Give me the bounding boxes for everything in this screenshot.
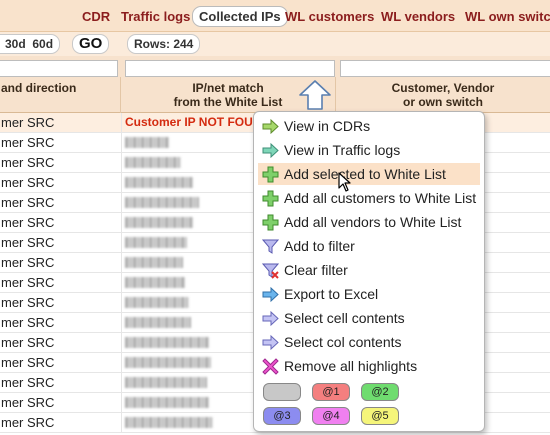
- menu-item-label: Add all vendors to White List: [284, 214, 462, 230]
- arrow-right-blue-icon: [262, 286, 279, 303]
- blurred-ip: [125, 377, 207, 388]
- arrow-right-lavender-icon: [262, 334, 279, 351]
- column-header-ip-match-line2: from the White List: [173, 95, 283, 109]
- tab-traffic-logs[interactable]: Traffic logs: [121, 7, 190, 26]
- menu-item-label: Add selected to White List: [284, 166, 446, 182]
- menu-item-label: Add to filter: [284, 238, 355, 254]
- blurred-ip: [125, 417, 213, 428]
- period-selector: 30d 60d: [0, 34, 61, 54]
- menu-item-label: Export to Excel: [284, 286, 379, 302]
- cell-direction: mer SRC: [1, 395, 55, 410]
- context-menu: View in CDRs View in Traffic logs Add se…: [253, 111, 485, 432]
- highlight-chip-4[interactable]: @4: [312, 407, 350, 425]
- plus-green-icon: [262, 166, 279, 183]
- sort-up-arrow-icon[interactable]: [298, 79, 332, 111]
- tab-wl-vendors[interactable]: WL vendors: [381, 7, 455, 26]
- rows-count: Rows: 244: [127, 34, 201, 54]
- blurred-ip: [125, 157, 181, 168]
- column-header-owner-line1: Customer, Vendor: [391, 81, 495, 95]
- x-magenta-icon: [262, 358, 279, 375]
- filter-input-direction[interactable]: [0, 60, 118, 77]
- column-header-owner[interactable]: Customer, Vendor or own switch: [336, 77, 550, 113]
- table-header: and direction IP/net match from the Whit…: [0, 77, 550, 113]
- menu-item-label: Select cell contents: [284, 310, 405, 326]
- cell-direction: mer SRC: [1, 275, 55, 290]
- tab-collected-ips[interactable]: Collected IPs: [192, 6, 288, 27]
- cell-direction: mer SRC: [1, 355, 55, 370]
- menu-item-label: View in Traffic logs: [284, 142, 401, 158]
- menu-item-view-in-cdrs[interactable]: View in CDRs: [258, 115, 480, 137]
- tab-wl-own-switch[interactable]: WL own switch: [465, 7, 550, 26]
- filter-icon: [262, 239, 279, 254]
- cell-direction: mer SRC: [1, 315, 55, 330]
- blurred-ip: [125, 237, 187, 248]
- menu-item-add-selected-to-white-list[interactable]: Add selected to White List: [258, 163, 480, 185]
- highlight-chip-3[interactable]: @3: [263, 407, 301, 425]
- cell-direction: mer SRC: [1, 255, 55, 270]
- go-button[interactable]: GO: [72, 34, 110, 54]
- tab-cdr[interactable]: CDR: [82, 7, 110, 26]
- period-30d-button[interactable]: 30d: [5, 37, 26, 51]
- menu-item-export-to-excel[interactable]: Export to Excel: [258, 283, 480, 305]
- menu-item-add-all-customers-to-white-list[interactable]: Add all customers to White List: [258, 187, 480, 209]
- column-header-direction-label: and direction: [1, 81, 77, 95]
- arrow-right-green-icon: [262, 118, 279, 135]
- blurred-ip: [125, 177, 193, 188]
- cell-direction: mer SRC: [1, 415, 55, 430]
- highlight-chip-clear[interactable]: [263, 383, 301, 401]
- menu-item-clear-filter[interactable]: Clear filter: [258, 259, 480, 281]
- top-nav: CDR Traffic logs Collected IPs WL custom…: [0, 0, 550, 32]
- menu-item-label: Select col contents: [284, 334, 402, 350]
- column-header-direction[interactable]: and direction: [0, 77, 121, 113]
- menu-item-add-all-vendors-to-white-list[interactable]: Add all vendors to White List: [258, 211, 480, 233]
- menu-item-label: Remove all highlights: [284, 358, 418, 374]
- menu-item-select-cell-contents[interactable]: Select cell contents: [258, 307, 480, 329]
- blurred-ip: [125, 277, 185, 288]
- highlight-chip-2[interactable]: @2: [361, 383, 399, 401]
- column-header-ip-match-line1: IP/net match: [192, 81, 264, 95]
- cell-direction: mer SRC: [1, 335, 55, 350]
- blurred-ip: [125, 217, 193, 228]
- cell-direction: mer SRC: [1, 375, 55, 390]
- cell-direction: mer SRC: [1, 235, 55, 250]
- filter-input-ip-match[interactable]: [125, 60, 335, 77]
- blurred-ip: [125, 337, 209, 348]
- toolbar: 30d 60d GO Rows: 244: [0, 32, 550, 56]
- column-header-owner-line2: or own switch: [402, 95, 483, 109]
- blurred-ip: [125, 397, 209, 408]
- menu-item-select-col-contents[interactable]: Select col contents: [258, 331, 480, 353]
- highlight-chip-5[interactable]: @5: [361, 407, 399, 425]
- blurred-ip: [125, 257, 183, 268]
- arrow-right-lavender-icon: [262, 310, 279, 327]
- cell-direction: mer SRC: [1, 295, 55, 310]
- cell-direction: mer SRC: [1, 135, 55, 150]
- cell-direction: mer SRC: [1, 115, 55, 130]
- blurred-ip: [125, 137, 169, 148]
- ip-not-found-text: Customer IP NOT FOUN: [125, 115, 262, 129]
- tab-wl-customers[interactable]: WL customers: [285, 7, 374, 26]
- blurred-ip: [125, 197, 199, 208]
- plus-green-icon: [262, 190, 279, 207]
- menu-item-label: Clear filter: [284, 262, 348, 278]
- cell-direction: mer SRC: [1, 175, 55, 190]
- menu-item-label: Add all customers to White List: [284, 190, 477, 206]
- filter-input-owner[interactable]: [340, 60, 550, 77]
- menu-item-label: View in CDRs: [284, 118, 371, 134]
- filter-clear-icon: [262, 263, 279, 279]
- blurred-ip: [125, 317, 191, 328]
- period-60d-button[interactable]: 60d: [32, 37, 53, 51]
- menu-item-add-to-filter[interactable]: Add to filter: [258, 235, 480, 257]
- cell-direction: mer SRC: [1, 195, 55, 210]
- menu-item-view-in-traffic-logs[interactable]: View in Traffic logs: [258, 139, 480, 161]
- blurred-ip: [125, 357, 211, 368]
- blurred-ip: [125, 297, 189, 308]
- cell-direction: mer SRC: [1, 215, 55, 230]
- mouse-cursor-icon: [338, 172, 351, 192]
- highlight-chip-1[interactable]: @1: [312, 383, 350, 401]
- menu-item-remove-all-highlights[interactable]: Remove all highlights: [258, 355, 480, 377]
- plus-green-icon: [262, 214, 279, 231]
- arrow-right-teal-icon: [262, 142, 279, 159]
- cell-direction: mer SRC: [1, 155, 55, 170]
